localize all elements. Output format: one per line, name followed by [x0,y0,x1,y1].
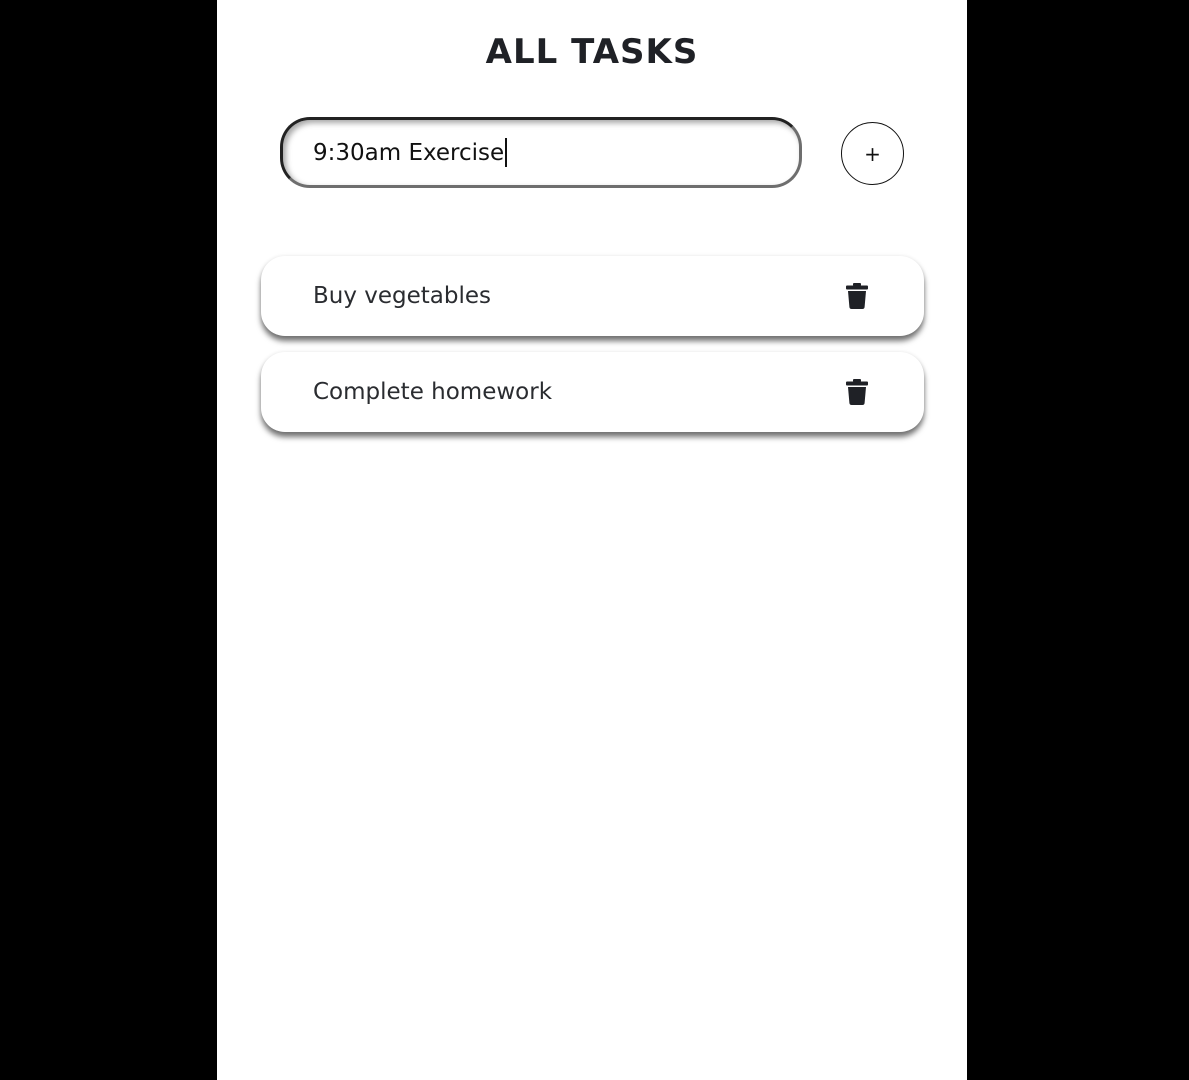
delete-task-button[interactable] [841,376,873,408]
new-task-input[interactable] [280,117,802,188]
task-item: Buy vegetables [261,256,924,336]
task-text: Complete homework [313,379,553,405]
todo-app: ALL TASKS + Buy vegetables Complete home… [217,0,967,1080]
text-caret [505,138,507,167]
task-text: Buy vegetables [313,283,492,309]
trash-icon [846,379,868,405]
page-title: ALL TASKS [485,32,699,72]
add-task-button[interactable]: + [841,122,904,185]
delete-task-button[interactable] [841,280,873,312]
trash-icon [846,283,868,309]
task-item: Complete homework [261,352,924,432]
task-list: Buy vegetables Complete homework [261,256,924,448]
